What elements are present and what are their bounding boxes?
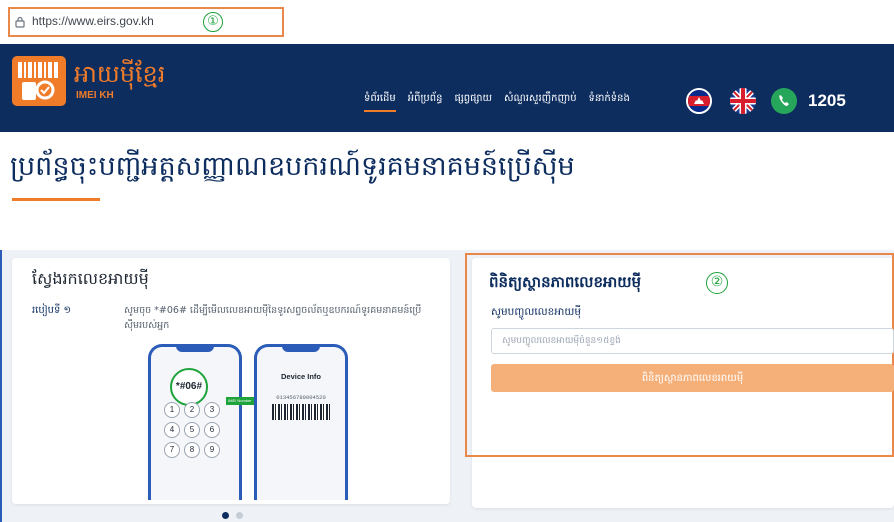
site-logo-title[interactable]: អាយម៉ីខ្មែរ: [74, 59, 165, 94]
carousel-dot[interactable]: [236, 512, 243, 519]
nav-item-about[interactable]: អំពីប្រព័ន្ធ: [408, 91, 443, 112]
keypad-key: 5: [184, 422, 200, 438]
phone-notch: [176, 344, 214, 352]
site-logo-icon[interactable]: [12, 56, 66, 106]
carousel-dot-active[interactable]: [222, 512, 229, 519]
barcode-icon: [272, 404, 330, 420]
dial-code: *#06#: [170, 368, 208, 406]
check-imei-title: ពិនិត្យស្ថានភាពលេខអាយម៉ី: [489, 273, 642, 291]
annotation-marker-2: ②: [706, 272, 728, 294]
lock-icon: [15, 16, 25, 28]
imei-sample-number: 013456789004520: [276, 394, 326, 401]
logo-device-icon: [18, 62, 58, 100]
keypad-key: 7: [164, 442, 180, 458]
step-label: របៀបទី ១: [32, 305, 72, 316]
keypad-key: 4: [164, 422, 180, 438]
find-imei-title: ស្វែងរកលេខអាយម៉ី: [32, 269, 149, 288]
nav-item-home[interactable]: ទំព័រដើម: [364, 91, 396, 112]
annotation-marker-1: ①: [203, 12, 223, 32]
title-underline: [12, 198, 100, 201]
url-text[interactable]: https://www.eirs.gov.kh: [32, 14, 154, 28]
keypad-key: 8: [184, 442, 200, 458]
nav-item-contact[interactable]: ទំនាក់ទំនង: [589, 91, 630, 112]
keypad-key: 6: [204, 422, 220, 438]
cambodia-flag-icon[interactable]: [686, 88, 712, 114]
main-nav: ទំព័រដើម អំពីប្រព័ន្ធ ផ្សព្វផ្សាយ សំណួរស…: [364, 91, 642, 112]
page-title: ប្រព័ន្ធចុះបញ្ជីអត្តសញ្ញាណឧបករណ៍ទូរគមនាគ…: [10, 151, 575, 182]
nav-item-publications[interactable]: ផ្សព្វផ្សាយ: [454, 91, 492, 112]
hotline-number[interactable]: 1205: [808, 91, 846, 111]
keypad-key: 9: [204, 442, 220, 458]
phone-device-info-illustration: [254, 344, 348, 500]
check-imei-button[interactable]: ពិនិត្យស្ថានភាពលេខអាយម៉ី: [491, 364, 894, 392]
uk-flag-icon[interactable]: [730, 88, 756, 114]
nav-item-faq[interactable]: សំណួរសួរញឹកញាប់: [504, 91, 577, 112]
phone-icon[interactable]: [771, 88, 797, 114]
imei-field-label: សូមបញ្ចូលលេខអាយម៉ី: [491, 306, 581, 318]
imei-input[interactable]: [491, 328, 894, 354]
arrow-label: IMEI Number: [228, 398, 252, 403]
keypad-key: 2: [184, 402, 200, 418]
device-info-title: Device Info: [280, 372, 321, 381]
step-instructions: សូមចុច *#06# ដើម្បីមើលលេខអាយម៉ីនៃទូរសព្ទ…: [124, 305, 422, 331]
keypad-key: 1: [164, 402, 180, 418]
keypad-key: 3: [204, 402, 220, 418]
site-logo-subtitle: IMEI KH: [76, 90, 114, 101]
phone-notch: [282, 344, 320, 352]
